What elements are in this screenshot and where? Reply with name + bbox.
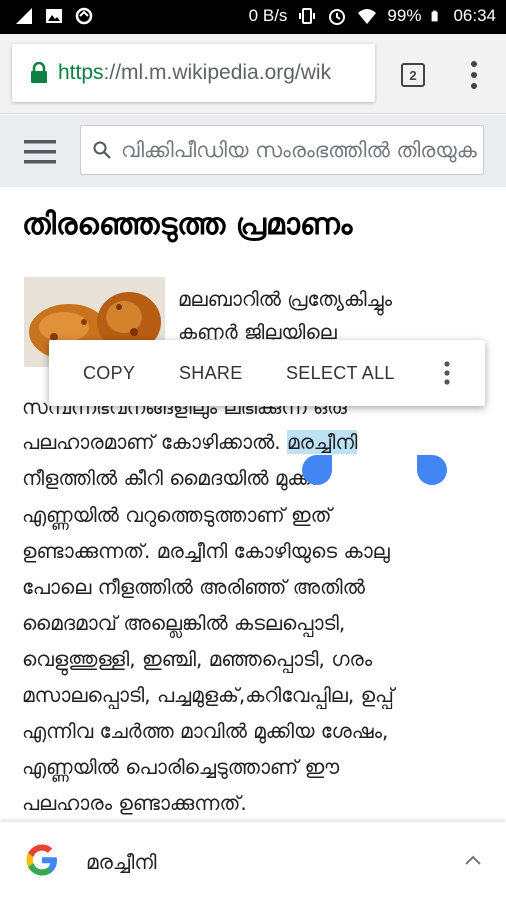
selection-end-handle[interactable] xyxy=(417,455,447,485)
contextual-search-bar[interactable]: മരച്ചീനി xyxy=(0,822,506,900)
article-text-line: എന്നിവ ചേർത്ത മാവിൽ മുക്കിയ ശേഷം, xyxy=(22,719,389,743)
network-speed: 0 B/s xyxy=(248,6,288,25)
article-text-line: മലബാറിൽ പ്രത്യേകിച്ചും xyxy=(178,287,393,311)
battery-percent: 99% xyxy=(387,6,422,25)
wifi-icon xyxy=(358,9,377,24)
page-title: തിരഞ്ഞെടുത്ത പ്രമാണം xyxy=(22,207,353,242)
url-bar[interactable]: https://ml.m.wikipedia.org/wik xyxy=(12,44,375,102)
browser-toolbar: https://ml.m.wikipedia.org/wik 2 xyxy=(0,34,506,114)
more-vert-icon[interactable] xyxy=(462,58,486,92)
url-scheme: https xyxy=(58,61,104,84)
battery-icon xyxy=(432,10,439,22)
url-host: ://ml.m.wikipedia.org/wik xyxy=(103,61,332,84)
article-text-line: എണ്ണയിൽ പൊരിച്ചെടുത്താണ് ഈ xyxy=(22,755,340,779)
article-text-line: പോലെ നീളത്തിൽ അരിഞ്ഞ് അതിൽ xyxy=(22,575,365,599)
alarm-icon xyxy=(329,9,346,25)
clock: 06:34 xyxy=(453,6,496,25)
google-logo-icon xyxy=(26,844,57,876)
search-input[interactable]: വിക്കിപീഡിയ സംരംഭത്തിൽ തിരയുക xyxy=(80,125,484,175)
search-placeholder: വിക്കിപീഡിയ സംരംഭത്തിൽ തിരയുക xyxy=(121,137,477,162)
signal-icon xyxy=(16,8,32,24)
share-button[interactable]: SHARE xyxy=(179,363,243,384)
lock-icon xyxy=(31,62,47,83)
status-bar: 0 B/s 99% 06:34 xyxy=(0,0,506,34)
article-text-line: വെളുത്തുള്ളി, ഇഞ്ചി, മഞ്ഞപ്പൊടി, ഗരം xyxy=(22,647,373,671)
search-icon xyxy=(93,141,111,159)
selected-text[interactable]: മരച്ചീനി xyxy=(287,430,358,454)
article-text-line: പലഹാരമാണ് കോഴിക്കാൽ. മരച്ചീനി xyxy=(22,430,358,454)
article-text-line: ഉണ്ടാക്കുന്നത്. മരച്ചീനി കോഴിയുടെ കാലു xyxy=(22,539,390,563)
wiki-header: വിക്കിപീഡിയ സംരംഭത്തിൽ തിരയുക xyxy=(0,115,506,187)
tab-switcher-button[interactable]: 2 xyxy=(401,63,425,87)
select-all-button[interactable]: SELECT ALL xyxy=(286,363,395,384)
selection-start-handle[interactable] xyxy=(302,455,332,485)
more-vert-icon[interactable] xyxy=(439,359,455,387)
article-text-line: നീളത്തിൽ കീറി മൈദയിൽ മുക്കി xyxy=(22,466,316,490)
chevron-up-icon[interactable] xyxy=(464,854,482,866)
vibrate-icon xyxy=(299,8,316,24)
article-content: തിരഞ്ഞെടുത്ത പ്രമാണം മലബാറിൽ പ്രത്യേകിച്… xyxy=(0,187,506,822)
image-icon xyxy=(46,9,62,23)
article-text-line: മൈദമാവ് അല്ലെങ്കിൽ കടലപ്പൊടി, xyxy=(22,611,346,635)
search-query: മരച്ചീനി xyxy=(86,850,157,874)
menu-icon[interactable] xyxy=(24,139,56,165)
article-text-line: പലഹാരം ഉണ്ടാക്കുന്നത്. xyxy=(22,791,247,815)
article-text-line: എണ്ണയിൽ വറുത്തെടുത്താണ് ഇത് xyxy=(22,503,332,527)
article-text-line: മസാലപ്പൊടി, പച്ചമുളക്,കറിവേപ്പില, ഉപ്പ് xyxy=(22,683,394,707)
copy-button[interactable]: COPY xyxy=(83,363,135,384)
text-selection-toolbar: COPY SHARE SELECT ALL xyxy=(49,340,485,406)
url-text: https://ml.m.wikipedia.org/wik xyxy=(58,61,331,85)
article-text-segment: പലഹാരമാണ് കോഴിക്കാൽ. xyxy=(22,430,281,454)
sync-icon xyxy=(75,7,93,25)
